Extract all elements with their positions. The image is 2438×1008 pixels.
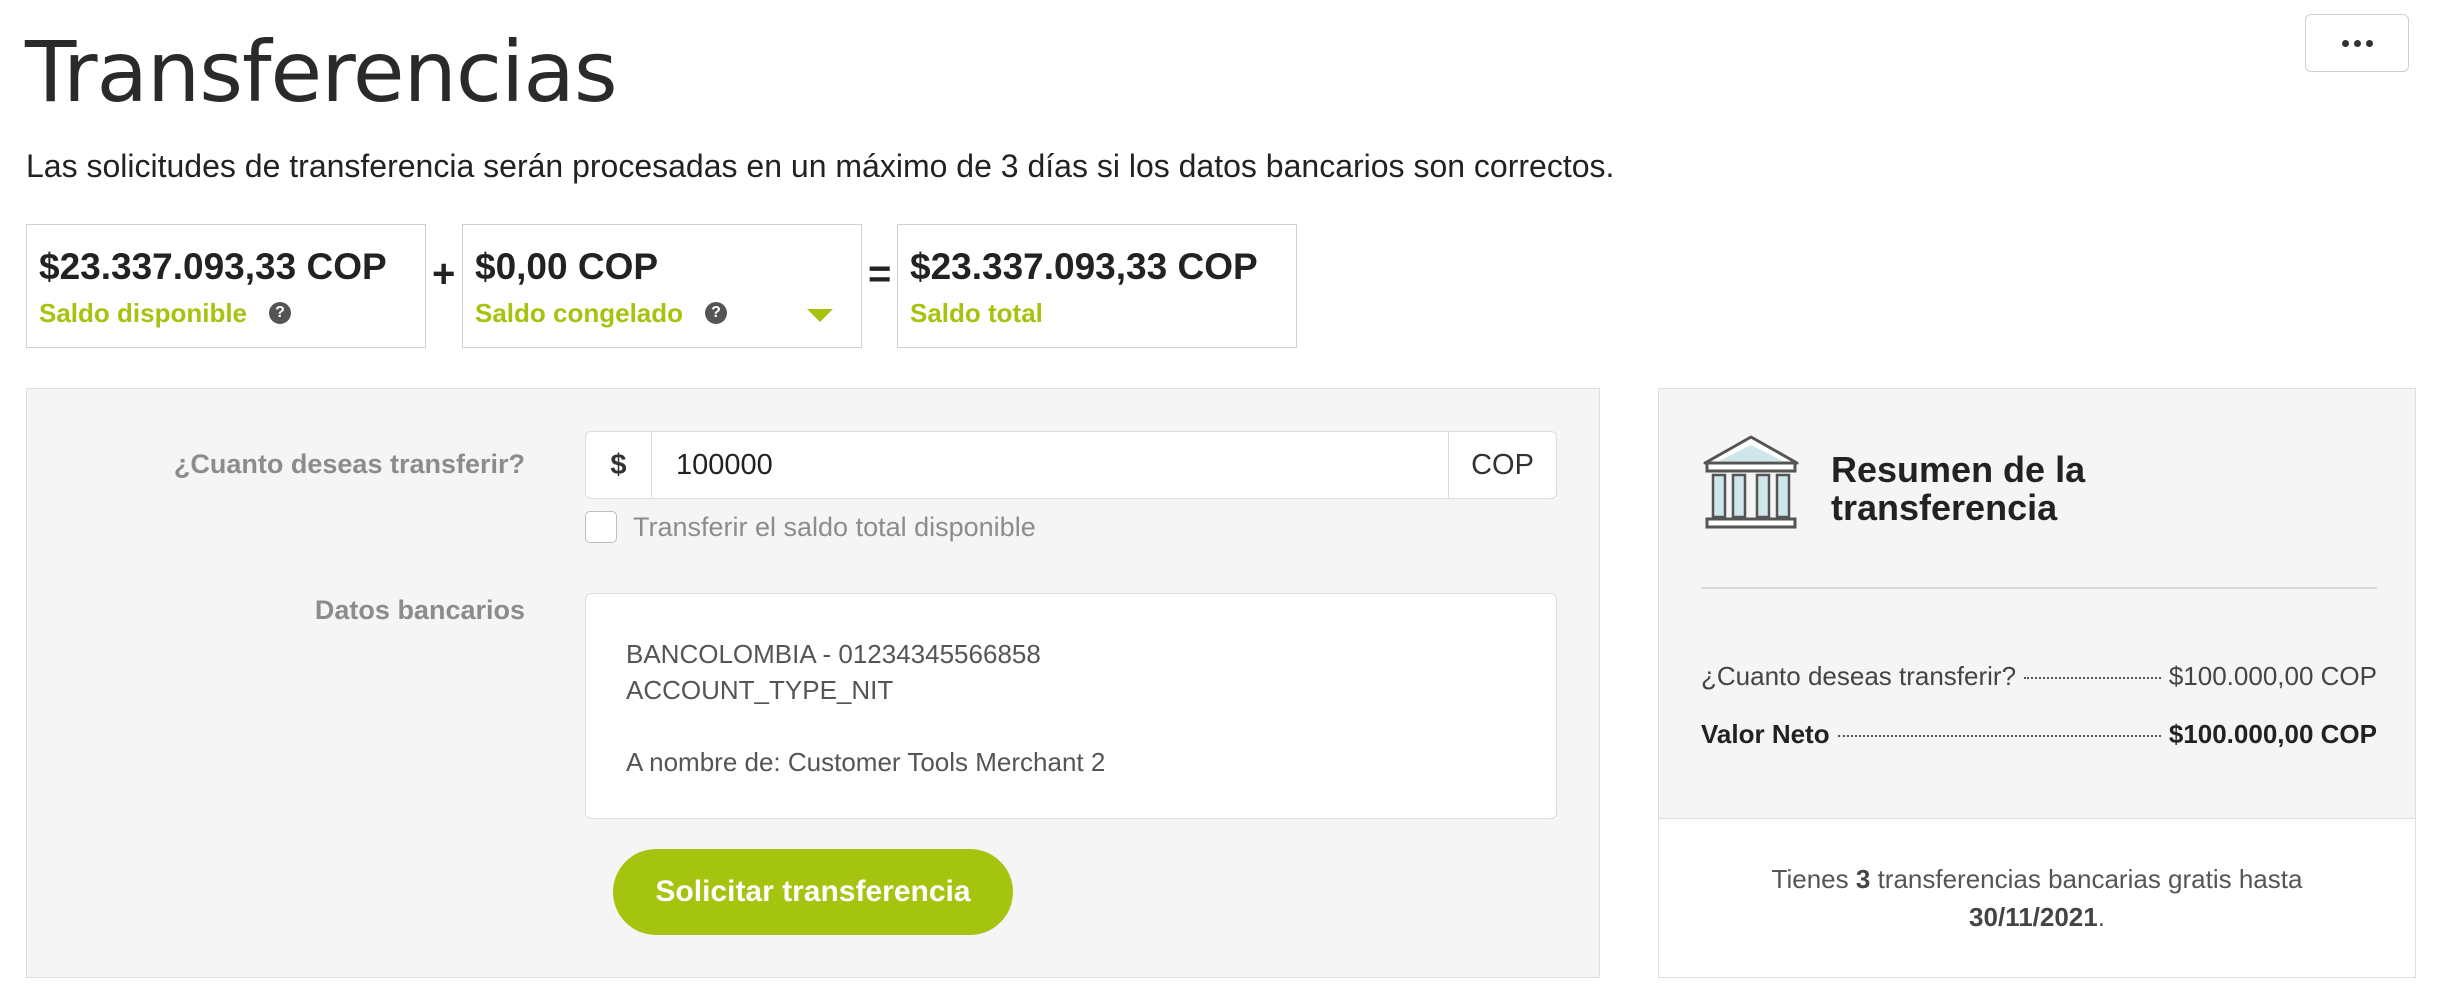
total-balance-label: Saldo total	[910, 297, 1043, 328]
amount-input[interactable]	[652, 432, 1448, 498]
free-transfers-line1: Tienes 3 transferencias bancarias gratis…	[1772, 860, 2303, 898]
available-balance-label: Saldo disponible	[39, 297, 248, 328]
transfer-all-checkbox[interactable]	[585, 511, 617, 543]
frozen-balance-card[interactable]: $0,00 COP Saldo congelado ?	[462, 224, 862, 348]
frozen-balance-amount: $0,00 COP	[475, 246, 659, 287]
free-transfers-text: transferencias bancarias gratis hasta	[1877, 864, 2303, 894]
dotted-leader	[2024, 677, 2161, 679]
frozen-balance-label-row: Saldo congelado ?	[475, 298, 849, 329]
help-icon[interactable]: ?	[705, 302, 728, 325]
bank-icon	[1703, 435, 1799, 529]
plus-sign: +	[432, 252, 456, 296]
bank-data-label: Datos bancarios	[314, 595, 525, 625]
frozen-balance-label: Saldo congelado	[475, 297, 684, 328]
free-transfers-date: 30/11/2021	[1969, 902, 2098, 932]
request-transfer-button[interactable]: Solicitar transferencia	[613, 849, 1013, 935]
amount-label: ¿Cuanto deseas transferir?	[173, 449, 525, 479]
free-transfers-line2: 30/11/2021.	[1969, 898, 2105, 936]
transfer-all-label[interactable]: Transferir el saldo total disponible	[633, 512, 1036, 543]
currency-prefix: $	[586, 432, 652, 498]
summary-amount-row: ¿Cuanto deseas transferir? $100.000,00 C…	[1701, 661, 2377, 692]
chevron-down-icon[interactable]	[807, 309, 833, 322]
equals-sign: =	[868, 252, 892, 296]
free-transfers-prefix: Tienes	[1771, 864, 1849, 894]
summary-net-row: Valor Neto $100.000,00 COP	[1701, 719, 2377, 750]
summary-amount-value: $100.000,00 COP	[2168, 661, 2377, 691]
total-balance-card: $23.337.093,33 COP Saldo total	[897, 224, 1297, 348]
summary-divider	[1701, 587, 2377, 589]
available-balance-label-row: Saldo disponible ?	[39, 298, 413, 329]
more-options-button[interactable]	[2305, 14, 2409, 72]
currency-suffix: COP	[1448, 432, 1556, 498]
available-balance-card: $23.337.093,33 COP Saldo disponible ?	[26, 224, 426, 348]
summary-title: Resumen de la transferencia	[1831, 449, 2086, 528]
total-balance-amount: $23.337.093,33 COP	[910, 246, 1258, 287]
ellipsis-icon	[2341, 39, 2373, 47]
transfer-form-panel: ¿Cuanto deseas transferir? $ COP Transfe…	[26, 388, 1600, 978]
bank-account-line: BANCOLOMBIA - 01234345566858	[626, 639, 1041, 669]
dotted-leader	[1837, 735, 2161, 737]
page-title: Transferencias	[25, 23, 618, 121]
summary-net-label: Valor Neto	[1701, 719, 1830, 749]
free-transfers-info: Tienes 3 transferencias bancarias gratis…	[1658, 818, 2416, 978]
amount-input-group: $ COP	[585, 431, 1557, 499]
summary-amount-label: ¿Cuanto deseas transferir?	[1701, 661, 2017, 691]
free-transfers-suffix: .	[2097, 902, 2105, 932]
total-balance-label-row: Saldo total	[910, 298, 1284, 329]
available-balance-amount: $23.337.093,33 COP	[39, 246, 387, 287]
transfer-summary-panel: Resumen de la transferencia ¿Cuanto dese…	[1658, 388, 2416, 818]
page-subtitle: Las solicitudes de transferencia serán p…	[26, 148, 1615, 184]
bank-data-box: BANCOLOMBIA - 01234345566858 ACCOUNT_TYP…	[585, 593, 1557, 819]
transfer-all-option[interactable]: Transferir el saldo total disponible	[585, 511, 1036, 543]
summary-net-value: $100.000,00 COP	[2168, 719, 2377, 749]
free-transfers-count: 3	[1855, 864, 1871, 894]
bank-account-type: ACCOUNT_TYPE_NIT	[626, 675, 894, 705]
bank-account-holder: A nombre de: Customer Tools Merchant 2	[626, 747, 1106, 777]
help-icon[interactable]: ?	[269, 302, 292, 325]
